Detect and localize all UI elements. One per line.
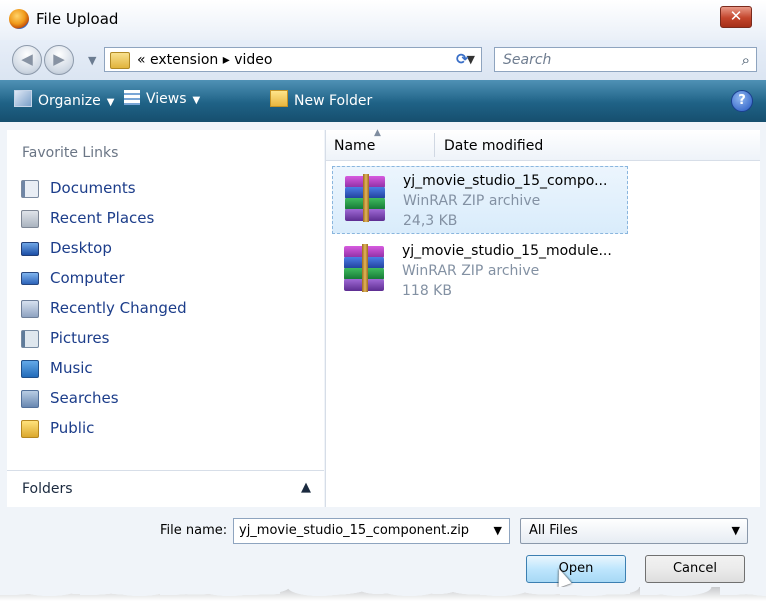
chevron-down-icon: ▼ [106,97,115,108]
file-upload-dialog: File Upload ✕ ◀ ▶ ▼ « extension ▸ video … [0,0,766,601]
winrar-archive-icon [338,244,390,292]
file-item[interactable]: yj_movie_studio_15_compo... WinRAR ZIP a… [332,166,628,234]
organize-button[interactable]: Organize ▼ [14,90,114,109]
sort-ascending-icon: ▲ [374,128,381,138]
file-type-select[interactable]: All Files ▼ [520,518,748,544]
favorite-links-list: Documents Recent Places Desktop Computer… [7,174,324,444]
favorite-link-recent-places[interactable]: Recent Places [7,204,324,234]
link-label: Recently Changed [50,299,187,317]
folder-icon [110,52,130,69]
desktop-icon [21,242,39,256]
pictures-icon [21,330,39,348]
recent-pages-dropdown[interactable]: ▼ [88,54,96,67]
file-name-input[interactable]: yj_movie_studio_15_component.zip ▼ [233,518,510,544]
computer-icon [21,272,39,285]
file-size: 24,3 KB [403,213,458,229]
dialog-footer: File name: yj_movie_studio_15_component.… [0,507,766,601]
public-folder-icon [21,420,39,438]
link-label: Music [50,359,93,377]
column-resize-handle[interactable] [434,133,435,157]
file-name-label: File name: [160,523,228,538]
documents-icon [21,180,39,198]
favorite-link-public[interactable]: Public [7,414,324,444]
file-size: 118 KB [402,283,452,299]
file-type: WinRAR ZIP archive [402,263,540,279]
link-label: Desktop [50,239,112,257]
winrar-archive-icon [339,174,391,222]
file-name-value: yj_movie_studio_15_component.zip [239,523,470,538]
navigation-pane: Favorite Links Documents Recent Places D… [7,130,324,507]
browser-icon [9,9,29,29]
favorite-links-heading: Favorite Links [22,145,119,161]
favorite-link-recently-changed[interactable]: Recently Changed [7,294,324,324]
link-label: Searches [50,389,119,407]
searches-icon [21,390,39,408]
search-input[interactable]: Search ⌕ [494,47,757,72]
file-item[interactable]: yj_movie_studio_15_module... WinRAR ZIP … [332,237,628,305]
chevron-down-icon: ▼ [192,95,201,106]
file-name-dropdown-icon[interactable]: ▼ [494,524,502,537]
address-row: ◀ ▶ ▼ « extension ▸ video ▼ ⟳ Search ⌕ [0,40,766,80]
refresh-icon[interactable]: ⟳ [456,50,469,68]
back-button[interactable]: ◀ [12,45,42,75]
file-name: yj_movie_studio_15_module... [402,243,612,259]
views-icon [124,90,140,105]
views-label: Views [146,91,187,107]
help-icon[interactable]: ? [731,90,753,112]
command-bar: Organize ▼ Views ▼ New Folder ? [0,80,766,122]
favorite-link-documents[interactable]: Documents [7,174,324,204]
file-name: yj_movie_studio_15_compo... [403,173,608,189]
cancel-button[interactable]: Cancel [645,555,745,583]
recent-places-icon [21,210,39,228]
search-placeholder: Search [503,52,552,68]
new-folder-button[interactable]: New Folder [270,90,372,109]
favorite-link-music[interactable]: Music [7,354,324,384]
title-bar: File Upload ✕ [0,0,766,40]
new-folder-label: New Folder [294,93,373,109]
favorite-link-desktop[interactable]: Desktop [7,234,324,264]
link-label: Computer [50,269,125,287]
chevron-down-icon: ▼ [731,524,740,537]
column-header-date-modified[interactable]: Date modified [444,138,543,154]
divider [7,470,324,471]
organize-icon [14,90,32,107]
column-header-row: ▲ Name Date modified [326,128,760,161]
link-label: Pictures [50,329,110,347]
chevron-up-icon[interactable]: ▲ [301,480,311,495]
link-label: Documents [50,179,136,197]
open-button[interactable]: Open [526,555,626,583]
new-folder-icon [270,90,288,107]
recently-changed-icon [21,300,39,318]
column-header-name[interactable]: Name [334,138,375,154]
file-list-pane: ▲ Name Date modified yj_movie_studio_15_… [325,128,760,507]
search-icon[interactable]: ⌕ [742,51,750,69]
file-type: WinRAR ZIP archive [403,193,541,209]
folders-toggle[interactable]: Folders [22,481,73,497]
favorite-link-computer[interactable]: Computer [7,264,324,294]
favorite-link-pictures[interactable]: Pictures [7,324,324,354]
address-bar[interactable]: « extension ▸ video ▼ [104,47,482,72]
music-icon [21,360,39,378]
close-button[interactable]: ✕ [720,6,752,28]
link-label: Recent Places [50,209,155,227]
forward-button[interactable]: ▶ [44,45,74,75]
organize-label: Organize [38,93,101,109]
favorite-link-searches[interactable]: Searches [7,384,324,414]
torn-edge-decoration [0,587,766,601]
file-type-value: All Files [529,523,578,538]
address-path: « extension ▸ video [137,52,273,68]
link-label: Public [50,419,95,437]
window-title: File Upload [36,10,119,28]
views-button[interactable]: Views ▼ [124,90,200,107]
